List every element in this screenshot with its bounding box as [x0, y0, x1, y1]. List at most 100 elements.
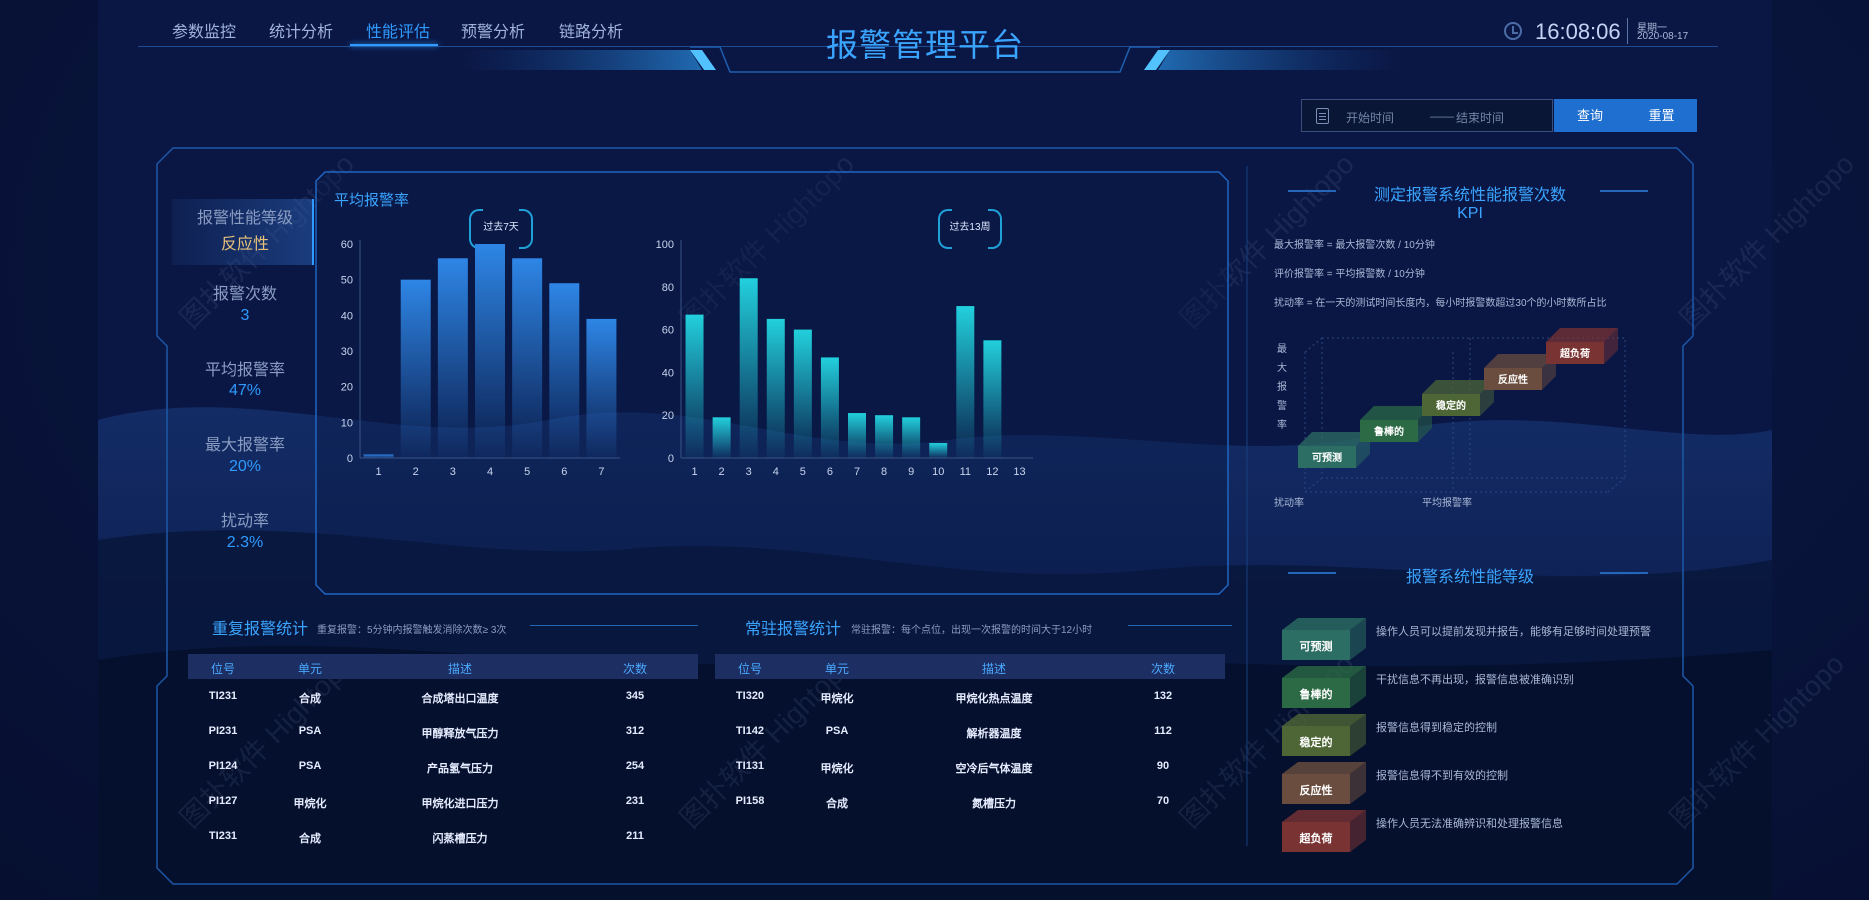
chart-bar — [793, 329, 812, 458]
sidebar-value-performance-level: 反应性 — [220, 236, 269, 253]
nav-active-indicator — [350, 44, 438, 46]
table-cell: 解析器温度 — [966, 728, 1022, 740]
nav-tab-link-analysis[interactable]: 链路分析 — [559, 18, 623, 42]
clock-icon — [1504, 22, 1522, 40]
table-cell: 70 — [1156, 795, 1170, 807]
level-description: 干扰信息不再出现，报警信息被准确识别 — [1376, 674, 1574, 686]
repeat-th-tag: 位号 — [210, 662, 235, 676]
table-cell: PI158 — [735, 795, 765, 807]
level-cube-label: 稳定的 — [1300, 735, 1333, 749]
header-right-accent — [1144, 50, 1400, 70]
level-description: 报警信息得到稳定的控制 — [1376, 722, 1497, 734]
kpi-definition-max-rate: 最大报警率 = 最大报警次数 / 10分钟 — [1274, 240, 1435, 251]
nav-tab-parameter-monitor[interactable]: 参数监控 — [172, 18, 236, 42]
table-cell: 211 — [626, 830, 644, 842]
sidebar-label-average-rate: 平均报警率 — [204, 362, 285, 379]
calendar-icon — [1316, 108, 1329, 124]
level-cube: 稳定的 — [1282, 714, 1366, 756]
sidebar-value-max-rate: 20% — [228, 458, 262, 475]
chart-bar — [983, 340, 1002, 458]
start-time-input[interactable]: 开始时间 — [1346, 109, 1394, 126]
kpi-step-cube: 稳定的 — [1422, 380, 1494, 416]
x-tick-label: 10 — [932, 466, 944, 478]
level-description: 操作人员无法准确辨识和处理报警信息 — [1376, 818, 1563, 830]
nav-tab-statistics[interactable]: 统计分析 — [269, 18, 333, 42]
current-date: 2020-08-17 — [1637, 31, 1689, 42]
repeat-th-count: 次数 — [622, 662, 647, 676]
chart-bar — [549, 283, 580, 458]
x-tick-label: 1 — [691, 466, 697, 478]
chart-bar — [363, 454, 394, 458]
chart-bar — [820, 357, 839, 458]
table-cell: 112 — [1154, 725, 1172, 737]
levels-title: 报警系统性能等级 — [1405, 569, 1534, 586]
kpi-definition-avg-rate: 评价报警率 = 平均报警数 / 10分钟 — [1274, 269, 1425, 280]
chart-bar — [475, 244, 505, 458]
table-cell: 甲烷化进口压力 — [421, 798, 499, 810]
end-time-input[interactable]: 结束时间 — [1456, 109, 1504, 126]
kpi-step-label: 可预测 — [1312, 451, 1342, 464]
level-cube-label: 鲁棒的 — [1300, 687, 1333, 701]
kpi-y-axis-label-char: 报 — [1277, 380, 1287, 393]
x-tick-label: 12 — [986, 466, 998, 478]
header-left-accent — [460, 50, 716, 70]
table-cell: 甲烷化 — [820, 763, 854, 775]
y-tick-label: 10 — [341, 417, 353, 429]
kpi-title-line-right — [1600, 190, 1648, 192]
y-tick-label: 60 — [662, 325, 674, 337]
kpi-y-axis-label-char: 警 — [1277, 399, 1287, 412]
table-cell: 氮槽压力 — [972, 798, 1016, 810]
y-tick-label: 40 — [341, 310, 353, 322]
sidebar-label-disturbance-rate: 扰动率 — [220, 513, 269, 530]
kpi-step-cube: 鲁棒的 — [1360, 406, 1432, 442]
kpi-step-label: 稳定的 — [1436, 399, 1466, 412]
query-button[interactable]: 查询 — [1554, 99, 1626, 132]
kpi-step-label: 鲁棒的 — [1373, 425, 1404, 438]
y-tick-label: 50 — [341, 275, 353, 287]
chart-bar — [685, 314, 704, 458]
repeat-th-unit: 单元 — [297, 662, 322, 676]
x-tick-label: 6 — [827, 466, 833, 478]
x-tick-label: 4 — [773, 466, 779, 478]
chart-bar — [929, 443, 948, 458]
table-cell: PI231 — [208, 725, 238, 737]
y-tick-label: 40 — [662, 367, 674, 379]
x-tick-label: 11 — [960, 466, 971, 478]
table-cell: TI231 — [208, 690, 238, 702]
nav-tab-performance[interactable]: 性能评估 — [366, 18, 430, 42]
standing-th-count: 次数 — [1150, 662, 1175, 676]
table-cell: PSA — [298, 725, 322, 737]
x-tick-label: 2 — [719, 466, 725, 478]
table-cell: 231 — [625, 795, 645, 807]
chart-bar — [875, 415, 894, 458]
table-cell: 甲烷化 — [820, 693, 854, 705]
kpi-x-label-left: 扰动率 — [1274, 496, 1304, 509]
standing-th-desc: 描述 — [981, 662, 1006, 676]
nav-tab-early-warning[interactable]: 预警分析 — [461, 18, 525, 42]
table-cell: 合成 — [299, 833, 321, 845]
chart-bar — [586, 318, 617, 458]
page-title: 报警管理平台 — [825, 27, 1024, 63]
table-cell: 合成 — [299, 693, 321, 705]
sidebar-value-average-rate: 47% — [228, 382, 262, 399]
performance-levels-cubes: 可预测鲁棒的稳定的反应性超负荷 — [1282, 618, 1366, 852]
level-cube-label: 超负荷 — [1299, 831, 1333, 845]
y-tick-label: 80 — [662, 282, 674, 294]
chart-bar — [956, 306, 975, 458]
x-tick-label: 5 — [800, 466, 806, 478]
reset-button[interactable]: 重置 — [1626, 99, 1697, 132]
chart-bar — [766, 318, 785, 458]
repeat-alarm-subtitle: 重复报警：5分钟内报警触发消除次数≥ 3次 — [317, 625, 507, 636]
repeat-alarm-title-line — [530, 625, 698, 626]
current-time: 16:08:06 — [1535, 19, 1621, 44]
kpi-staircase-diagram: 最大报警率扰动率 平均报警率 可预测 鲁棒的 稳定的 反应性 超负荷 — [1274, 328, 1626, 509]
kpi-y-axis-label-char: 大 — [1277, 361, 1287, 374]
sidebar-value-disturbance-rate: 2.3% — [226, 534, 264, 551]
y-tick-label: 100 — [656, 239, 674, 251]
level-cube: 反应性 — [1282, 762, 1366, 804]
table-cell: PI127 — [208, 795, 238, 807]
date-range-picker[interactable]: 开始时间 —— 结束时间 — [1301, 99, 1553, 132]
chart-bar — [512, 258, 543, 458]
table-cell: TI231 — [208, 830, 238, 842]
table-cell: 甲烷化热点温度 — [955, 693, 1033, 705]
